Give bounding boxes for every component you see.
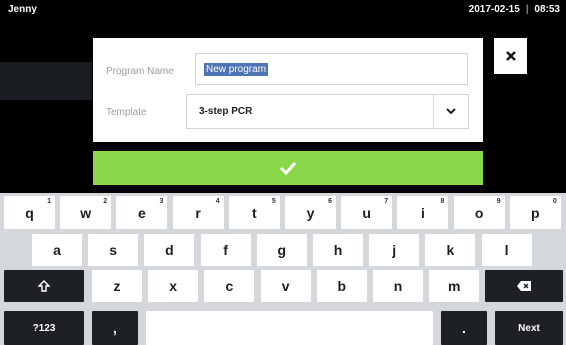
backspace-icon — [517, 281, 531, 291]
key-d[interactable]: d — [144, 234, 195, 266]
key-w[interactable]: w2 — [60, 196, 112, 229]
key-number-hint: 8 — [440, 198, 445, 205]
key-h[interactable]: h — [313, 234, 363, 266]
key-label: l — [504, 242, 509, 258]
key-label: f — [223, 242, 228, 258]
select-divider — [433, 95, 434, 128]
shift-key[interactable] — [4, 270, 84, 302]
key-z[interactable]: z — [92, 270, 142, 302]
key-u[interactable]: u7 — [341, 196, 393, 229]
key-label: s — [109, 242, 118, 258]
key-number-hint: 9 — [496, 198, 501, 205]
key-q[interactable]: q1 — [4, 196, 55, 229]
key-i[interactable]: i8 — [397, 196, 449, 229]
template-select[interactable]: 3-step PCR — [186, 94, 469, 129]
key-r[interactable]: r4 — [172, 196, 224, 229]
backspace-key[interactable] — [485, 270, 563, 302]
key-e[interactable]: e3 — [116, 196, 168, 229]
program-name-input[interactable]: New program — [195, 53, 468, 85]
key-label: x — [169, 278, 178, 294]
key-label: j — [392, 242, 397, 258]
key-f[interactable]: f — [200, 234, 251, 266]
key-l[interactable]: l — [481, 234, 532, 266]
key-label: d — [165, 242, 174, 258]
template-value: 3-step PCR — [199, 106, 253, 117]
key-x[interactable]: x — [148, 270, 199, 302]
key-label: e — [137, 204, 146, 221]
status-time: 08:53 — [534, 4, 560, 15]
key-b[interactable]: b — [316, 270, 367, 302]
key-label: c — [225, 278, 234, 294]
key-j[interactable]: j — [369, 234, 420, 266]
key-label: a — [53, 242, 61, 258]
key-label: z — [113, 278, 121, 294]
status-date: 2017-02-15 — [468, 4, 520, 15]
comma-key[interactable]: , — [92, 311, 138, 345]
key-k[interactable]: k — [425, 234, 476, 266]
space-key[interactable] — [146, 311, 433, 345]
program-name-value: New program — [204, 63, 269, 76]
key-label: u — [362, 204, 371, 221]
key-t[interactable]: t5 — [228, 196, 280, 229]
key-number-hint: 4 — [215, 198, 220, 205]
key-a[interactable]: a — [32, 234, 82, 266]
key-c[interactable]: c — [204, 270, 255, 302]
program-name-label: Program Name — [106, 66, 174, 77]
status-separator: | — [525, 4, 529, 15]
key-v[interactable]: v — [260, 270, 311, 302]
symbols-key[interactable]: ?123 — [4, 311, 84, 345]
key-y[interactable]: y6 — [285, 196, 336, 229]
key-label: m — [447, 278, 461, 294]
key-number-hint: 3 — [159, 198, 164, 205]
date-time: 2017-02-15 | 08:53 — [469, 4, 560, 15]
key-label: t — [251, 204, 257, 221]
key-label: w — [80, 204, 92, 221]
confirm-button[interactable] — [93, 151, 483, 185]
period-key[interactable]: . — [441, 311, 487, 345]
close-icon — [505, 51, 516, 61]
key-label: n — [393, 278, 403, 294]
new-program-dialog: Program Name New program Template 3-step… — [93, 38, 483, 142]
checkmark-icon — [279, 161, 297, 175]
key-number-hint: 0 — [552, 198, 557, 205]
shift-icon — [38, 280, 50, 292]
on-screen-keyboard: q1w2e3r4t5y6u7i8o9p0 asdfghjkl zxcvbnm ?… — [0, 193, 566, 345]
key-number-hint: 1 — [47, 198, 51, 205]
key-label: i — [420, 204, 425, 221]
key-label: y — [306, 204, 315, 221]
key-label: k — [446, 242, 455, 258]
chevron-down-icon[interactable] — [445, 105, 457, 117]
key-label: o — [474, 204, 484, 221]
key-g[interactable]: g — [256, 234, 307, 266]
status-bar: Jenny 2017-02-15 | 08:53 — [0, 0, 566, 22]
key-number-hint: 2 — [103, 198, 108, 205]
key-number-hint: 5 — [271, 198, 276, 205]
key-number-hint: 6 — [328, 198, 332, 205]
key-n[interactable]: n — [373, 270, 423, 302]
key-label: h — [333, 242, 343, 258]
key-o[interactable]: o9 — [453, 196, 505, 229]
user-name: Jenny — [8, 4, 37, 15]
template-label: Template — [106, 107, 147, 118]
key-label: g — [277, 242, 287, 258]
next-key[interactable]: Next — [495, 311, 563, 345]
screen: Jenny 2017-02-15 | 08:53 Program Name New … — [0, 0, 566, 345]
key-m[interactable]: m — [429, 270, 480, 302]
key-label: p — [531, 204, 540, 221]
key-label: r — [195, 204, 201, 221]
key-label: b — [337, 278, 347, 294]
key-number-hint: 7 — [384, 198, 389, 205]
key-s[interactable]: s — [88, 234, 139, 266]
key-p[interactable]: p0 — [509, 196, 561, 229]
background-panel — [0, 62, 92, 100]
key-label: v — [281, 278, 290, 294]
close-button[interactable] — [494, 38, 527, 74]
key-label: q — [25, 204, 34, 221]
